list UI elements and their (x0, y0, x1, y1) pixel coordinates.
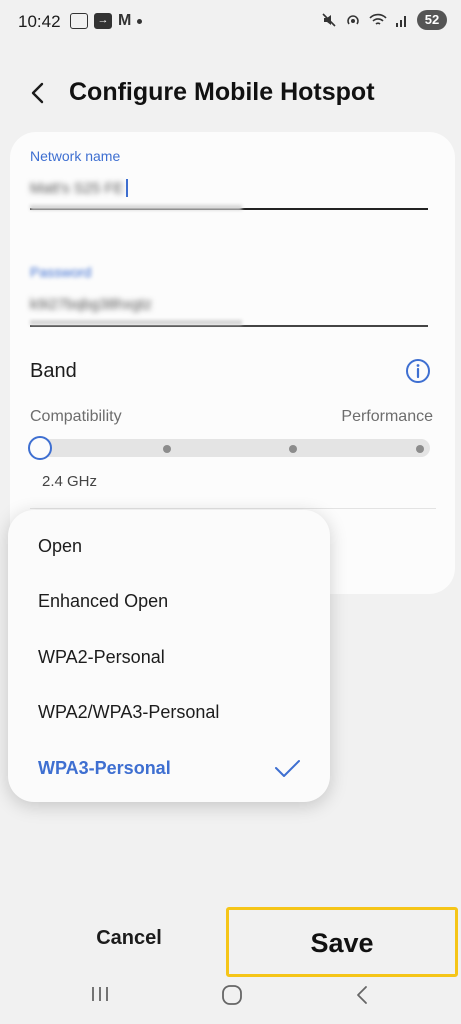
cast-icon: → (94, 13, 112, 29)
blurred-region (30, 320, 242, 325)
dropdown-option-enhanced-open[interactable]: Enhanced Open (38, 591, 168, 612)
wifi-icon (369, 13, 387, 25)
cancel-button[interactable]: Cancel (60, 918, 198, 958)
checkmark-icon (275, 760, 300, 777)
dropdown-option-wpa2-wpa3-personal[interactable]: WPA2/WPA3-Personal (38, 702, 219, 723)
chevron-left-icon[interactable] (22, 76, 56, 110)
page-header: Configure Mobile Hotspot (0, 70, 461, 116)
security-dropdown-menu: Open Enhanced Open WPA2-Personal WPA2/WP… (8, 510, 330, 802)
hotspot-icon (347, 15, 359, 25)
band-slider-thumb[interactable] (28, 436, 52, 460)
status-bar: 10:42 → M 52 (0, 0, 461, 46)
password-underline (30, 325, 428, 327)
band-slider-step[interactable] (416, 445, 424, 453)
password-label: Password (30, 264, 92, 280)
text-caret (125, 179, 128, 197)
recent-apps-icon[interactable] (90, 985, 110, 1003)
performance-label: Performance (341, 408, 433, 425)
battery-icon: 52 (417, 10, 447, 30)
band-slider[interactable] (28, 436, 430, 460)
navigation-bar (0, 975, 461, 1015)
save-button[interactable]: Save (226, 907, 458, 977)
info-icon[interactable] (405, 358, 431, 384)
status-notification-icons: → M (70, 12, 143, 30)
network-name-value: Matt's S25 FE (30, 179, 124, 197)
notification-dot-icon (137, 18, 143, 24)
password-input[interactable]: k9i27bqbg38hxgtz (30, 296, 152, 313)
band-slider-step[interactable] (289, 445, 298, 453)
screenshot-icon (70, 13, 88, 29)
page-title: Configure Mobile Hotspot (69, 78, 375, 106)
gmail-icon: M (118, 12, 132, 29)
back-icon[interactable] (352, 984, 372, 1006)
dropdown-option-open[interactable]: Open (38, 536, 82, 557)
blurred-region (30, 205, 242, 210)
band-slider-step[interactable] (162, 445, 171, 453)
divider (30, 508, 436, 509)
dropdown-option-wpa2-personal[interactable]: WPA2-Personal (38, 647, 165, 668)
network-name-input[interactable]: Matt's S25 FE (30, 176, 128, 200)
status-time: 10:42 (18, 12, 61, 31)
band-label: Band (30, 360, 77, 382)
mute-icon (322, 13, 336, 27)
network-name-label: Network name (30, 148, 121, 164)
compatibility-label: Compatibility (30, 408, 122, 425)
band-value: 2.4 GHz (42, 473, 98, 490)
signal-icon (396, 16, 406, 27)
status-system-icons: 52 (321, 10, 447, 30)
dropdown-option-wpa3-personal[interactable]: WPA3-Personal (38, 758, 171, 779)
home-icon[interactable] (221, 984, 243, 1006)
